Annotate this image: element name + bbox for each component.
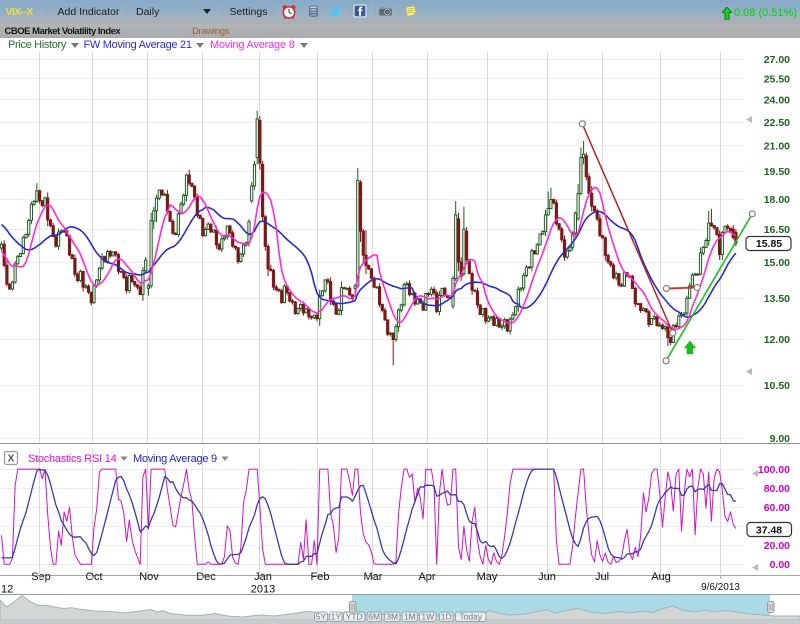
svg-text:37.48: 37.48 xyxy=(756,525,782,537)
svg-text:21.00: 21.00 xyxy=(764,141,790,153)
svg-text:12.00: 12.00 xyxy=(764,334,790,346)
svg-text:27.00: 27.00 xyxy=(764,54,790,66)
svg-text:18.00: 18.00 xyxy=(764,194,790,206)
svg-text:5Y: 5Y xyxy=(316,612,327,622)
svg-text:Stochastics RSI 14: Stochastics RSI 14 xyxy=(28,453,117,465)
svg-text:24.00: 24.00 xyxy=(764,95,790,107)
svg-text:19.50: 19.50 xyxy=(764,166,790,178)
svg-text:2013: 2013 xyxy=(251,584,275,596)
svg-text:1D: 1D xyxy=(441,612,452,622)
svg-text:YTD: YTD xyxy=(346,612,363,622)
svg-text:100.00: 100.00 xyxy=(758,464,790,476)
svg-text:13.50: 13.50 xyxy=(764,293,790,305)
svg-text:9/6/2013: 9/6/2013 xyxy=(701,582,740,593)
svg-text:1W: 1W xyxy=(421,612,434,622)
svg-text:1M: 1M xyxy=(404,612,416,622)
svg-text:15.00: 15.00 xyxy=(764,257,790,269)
svg-text:0.00: 0.00 xyxy=(770,559,791,571)
svg-text:12: 12 xyxy=(1,584,13,596)
svg-text:Mar: Mar xyxy=(364,571,383,583)
svg-text:60.00: 60.00 xyxy=(764,502,790,514)
svg-text:10.50: 10.50 xyxy=(764,380,790,392)
svg-text:25.50: 25.50 xyxy=(764,74,790,86)
svg-text:Today: Today xyxy=(459,612,482,622)
svg-text:22.50: 22.50 xyxy=(764,117,790,129)
svg-text:6M: 6M xyxy=(368,612,380,622)
svg-text:80.00: 80.00 xyxy=(764,483,790,495)
svg-text:Dec: Dec xyxy=(196,571,216,583)
svg-text:Sep: Sep xyxy=(31,571,51,583)
svg-text:X: X xyxy=(8,454,15,465)
svg-text:16.50: 16.50 xyxy=(764,224,790,236)
svg-text:Nov: Nov xyxy=(139,571,159,583)
svg-text:Jan: Jan xyxy=(254,571,272,583)
svg-text:Oct: Oct xyxy=(85,571,102,583)
svg-text:Feb: Feb xyxy=(311,571,330,583)
svg-text:Moving Average 9: Moving Average 9 xyxy=(133,453,217,465)
svg-text:9.00: 9.00 xyxy=(770,433,791,445)
svg-text:3M: 3M xyxy=(386,612,398,622)
svg-text:20.00: 20.00 xyxy=(764,540,790,552)
svg-text:1Y: 1Y xyxy=(331,612,342,622)
svg-text:15.85: 15.85 xyxy=(756,238,782,250)
